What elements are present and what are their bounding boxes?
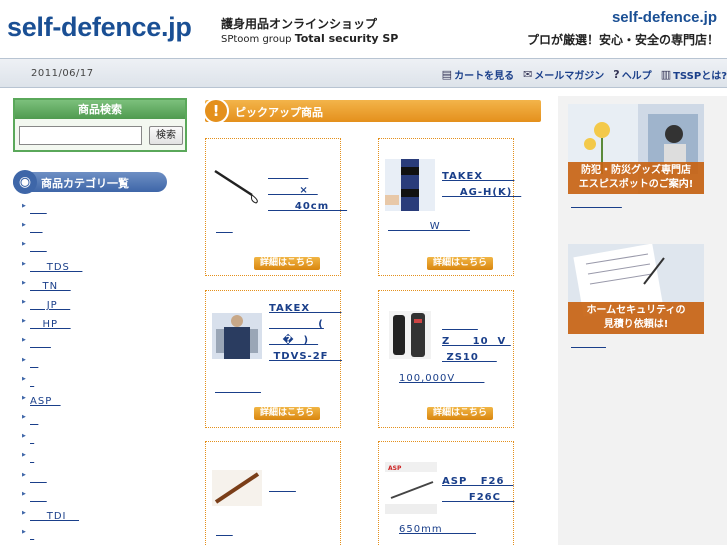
search-title: 商品検索 [15,100,185,119]
nav-tssp-link[interactable]: ▥ TSSPとは? [661,67,727,82]
list-item [22,523,82,545]
banner-caption: ホームセキュリティの 見積り依頼は! [568,302,704,334]
category-link[interactable] [30,338,51,349]
list-item: TDI [22,504,82,526]
category-link[interactable] [30,473,47,484]
nav-mailmag-link[interactable]: ✉ メールマガジン [523,67,604,82]
baton-product-image[interactable] [212,165,264,205]
nav-cart-link[interactable]: ▤ カートを見る [442,67,514,82]
product-card: Z 10 V ZS10 100,000V 詳細はこちら [378,290,514,428]
nav-links: ▤ カートを見る ✉ メールマガジン ? ヘルプ ▥ TSSPとは? [442,67,727,82]
search-button[interactable]: 検索 [149,126,183,145]
product-price[interactable] [216,526,233,537]
category-link[interactable] [30,242,47,253]
list-item [22,350,82,373]
list-item [22,485,82,507]
svg-text:ASP: ASP [388,465,402,472]
category-link[interactable]: ASP [30,396,61,407]
help-icon: ? [613,68,620,81]
product-card: × 40cm 詳細はこちら [205,138,341,276]
category-link[interactable] [30,415,38,426]
list-item [22,216,82,238]
tagline-english: SPtoom group Total security SP [221,32,399,45]
list-item [22,370,82,392]
category-link[interactable] [30,377,34,388]
product-name[interactable] [269,480,296,496]
category-link[interactable]: JP [30,300,70,311]
nav-help-link[interactable]: ? ヘルプ [613,67,651,82]
product-price[interactable] [216,223,233,234]
product-price[interactable]: W [388,221,470,232]
nav-bar: 2011/06/17 ▤ カートを見る ✉ メールマガジン ? ヘルプ ▥ TSSPとは… [0,58,727,88]
product-search-panel: 商品検索 検索 [13,98,187,152]
list-item: TDS [22,255,82,277]
category-list: TDS TN JP HP ASP TDI [22,197,82,545]
product-card [205,441,341,545]
search-input[interactable] [19,126,142,145]
category-link[interactable]: TDS [30,262,82,273]
slogan: プロが厳選！安心・安全の専門店！ [526,33,719,47]
tagline-japanese: 護身用品オンラインショップ [221,17,378,31]
product-name[interactable]: TAKEX AG-H(K) [442,169,521,201]
product-price[interactable]: 650mm [399,524,476,535]
pickup-title: ピックアップ商品 [235,106,323,119]
product-price[interactable] [215,383,261,394]
product-price[interactable]: 100,000V [399,373,484,384]
list-item: TN [22,274,82,296]
product-name[interactable]: ASP F26 F26C [442,474,514,506]
site-header: self-defence.jp 護身用品オンラインショップ SPtoom gro… [0,0,727,58]
site-logo[interactable]: self-defence.jp [7,12,192,43]
product-name[interactable]: Z 10 V ZS10 [442,318,511,366]
banner-caption: 防犯・防災グッズ専門店 エスピスポットのご案内! [568,162,704,194]
category-link[interactable]: TN [30,281,71,292]
list-item [22,427,82,449]
list-item: HP [22,312,82,334]
category-link[interactable]: HP [30,319,71,330]
product-name[interactable]: × 40cm [268,167,347,215]
cart-icon: ▤ [441,68,453,81]
list-item [22,446,82,468]
pickup-header: ! ピックアップ商品 [203,98,541,124]
category-link[interactable] [30,358,38,369]
current-date: 2011/06/17 [31,68,94,79]
list-item: ASP [22,389,82,411]
detail-button[interactable]: 詳細はこちら [427,407,493,420]
armguard-product-image[interactable] [385,159,435,211]
vest-product-image[interactable] [212,313,262,359]
detail-button[interactable]: 詳細はこちら [254,407,320,420]
detail-button[interactable]: 詳細はこちら [254,257,320,270]
category-link[interactable] [30,434,34,445]
category-link[interactable] [30,453,34,464]
banner-link[interactable] [571,198,622,209]
list-item [22,235,82,257]
category-link[interactable] [30,492,47,503]
list-item [22,331,82,353]
banner-link[interactable] [571,338,606,349]
category-link[interactable] [30,204,47,215]
list-item [22,197,82,219]
mail-icon: ✉ [523,68,533,81]
detail-button[interactable]: 詳細はこちら [427,257,493,270]
signal-icon: ◉ [13,170,37,194]
category-link[interactable] [30,223,43,234]
list-item [22,466,82,488]
list-item [22,408,82,430]
product-card: TAKEX ( � ) TDVS-2F 詳細はこちら [205,290,341,428]
list-item: JP [22,293,82,315]
info-icon: ▥ [660,68,672,81]
product-card: TAKEX AG-H(K) W 詳細はこちら [378,138,514,276]
category-link[interactable]: TDI [30,511,79,522]
category-header: ◉ 商品カテゴリ一覧 [13,170,167,194]
asp-baton-product-image[interactable]: ASP [385,462,437,514]
product-name[interactable]: TAKEX ( � ) TDVS-2F [269,301,342,365]
stungun-product-image[interactable] [389,311,431,359]
stick-product-image[interactable] [212,470,262,506]
category-title: 商品カテゴリ一覧 [41,177,129,190]
exclamation-icon: ! [203,98,229,124]
category-link[interactable] [30,530,34,541]
product-card: ASP ASP F26 F26C 650mm [378,441,514,545]
shop-guide-banner[interactable]: 防犯・防災グッズ専門店 エスピスポットのご案内! [568,104,704,194]
home-security-banner[interactable]: ホームセキュリティの 見積り依頼は! [568,244,704,334]
site-name-right: self-defence.jp [611,9,717,26]
